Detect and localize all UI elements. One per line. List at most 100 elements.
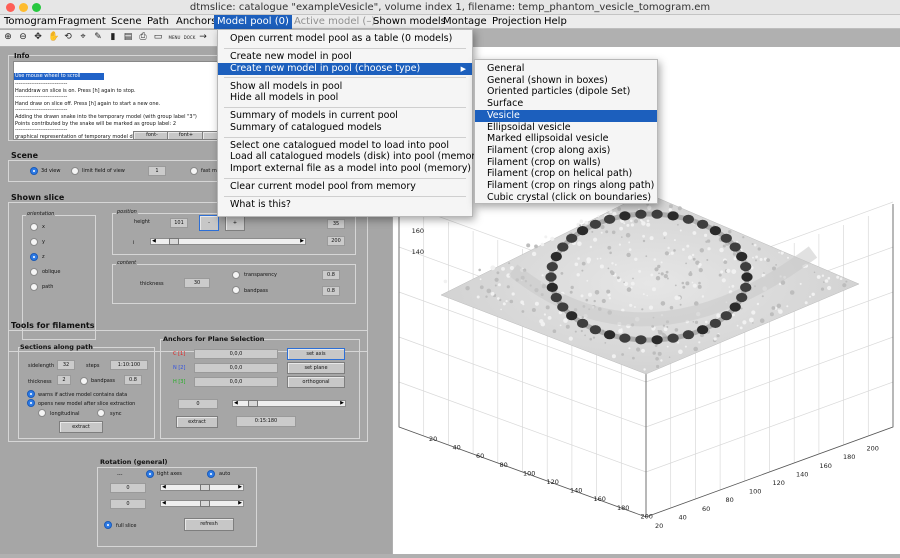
anchor-range-field[interactable]: 0:15:180 <box>236 416 296 427</box>
longitudinal-radio[interactable] <box>38 409 46 417</box>
rotation-slider-1-knob[interactable] <box>199 484 210 491</box>
hand-icon[interactable]: ✋ <box>48 32 59 43</box>
menu-item-summary-of-models-in-current-pool[interactable]: Summary of models in current pool <box>218 110 472 122</box>
sections-extract-button[interactable]: extract <box>59 421 103 433</box>
menu-item-filament-crop-on-walls[interactable]: Filament (crop on walls) <box>475 157 657 169</box>
menu-item-filament-crop-on-helical-path[interactable]: Filament (crop on helical path) <box>475 168 657 180</box>
view-3d-radio[interactable] <box>30 167 38 175</box>
font-plus-button[interactable]: font+ <box>167 131 205 140</box>
menu-fragment[interactable]: Fragment <box>58 15 106 29</box>
index-slider[interactable]: ◀ ▶ <box>150 238 306 245</box>
menu-montage[interactable]: Montage <box>443 15 487 29</box>
menu-help[interactable]: Help <box>544 15 567 29</box>
thickness-field[interactable]: 30 <box>184 278 210 288</box>
anchor-value-field[interactable]: 0,0,0 <box>194 377 278 387</box>
rotation-slider-2[interactable]: ◀ ▶ <box>160 500 244 507</box>
height-plus-button[interactable]: + <box>225 215 245 231</box>
slider-left-arrow-icon[interactable]: ◀ <box>162 501 166 506</box>
anchor-set-plane-button[interactable]: set plane <box>287 362 345 374</box>
menu-item-ellipsoidal-vesicle[interactable]: Ellipsoidal vesicle <box>475 122 657 134</box>
orientation-radio-z[interactable] <box>30 253 38 261</box>
fil-thickness-field[interactable]: 2 <box>57 375 71 385</box>
anchor-set-axis-button[interactable]: set axis <box>287 348 345 360</box>
opens-radio[interactable] <box>27 399 35 407</box>
bandpass-radio[interactable] <box>232 286 240 294</box>
slider-left-arrow-icon[interactable]: ◀ <box>234 401 238 406</box>
height-field[interactable]: 101 <box>170 218 188 228</box>
menu-item-summary-of-catalogued-models[interactable]: Summary of catalogued models <box>218 122 472 134</box>
zoom-window-icon[interactable] <box>32 3 41 12</box>
menu-item-filament-crop-along-axis[interactable]: Filament (crop along axis) <box>475 145 657 157</box>
bandpass-field[interactable]: 0.8 <box>322 286 340 296</box>
warns-radio[interactable] <box>27 390 35 398</box>
auto-radio[interactable] <box>207 470 215 478</box>
menu-item-create-new-model-in-pool-choose-type[interactable]: Create new model in pool (choose type) ▶ <box>218 62 472 75</box>
menu-item-import-external-file-as-a-model-into-pool-memory[interactable]: Import external file as a model into poo… <box>218 163 472 175</box>
limit-fov-radio[interactable] <box>71 167 79 175</box>
orientation-radio-path[interactable] <box>30 283 38 291</box>
transparency-field[interactable]: 0.8 <box>322 270 340 280</box>
legend-icon[interactable]: ▤ <box>123 32 133 43</box>
slider-right-arrow-icon[interactable]: ▶ <box>238 501 242 506</box>
new-figure-icon[interactable]: ▭ <box>153 32 163 43</box>
brush-icon[interactable]: ✎ <box>93 32 103 43</box>
tight-axes-radio[interactable] <box>146 470 154 478</box>
menu-item-general[interactable]: General <box>475 63 657 75</box>
transparency-radio[interactable] <box>232 271 240 279</box>
menu-item-hide-all-models-in-pool[interactable]: Hide all models in pool <box>218 92 472 104</box>
menu-item-select-one-catalogued-model-to-load-into-pool[interactable]: Select one catalogued model to load into… <box>218 140 472 152</box>
arrow-icon[interactable]: → <box>198 32 208 43</box>
rotation-field-2[interactable]: 0 <box>110 499 146 509</box>
slider-right-arrow-icon[interactable]: ▶ <box>300 239 304 244</box>
menu-item-clear-current-model-pool-from-memory[interactable]: Clear current model pool from memory <box>218 181 472 193</box>
menu-item-filament-crop-on-rings-along-path[interactable]: Filament (crop on rings along path) <box>475 180 657 192</box>
slider-right-arrow-icon[interactable]: ▶ <box>340 401 344 406</box>
height-minus-button[interactable]: - <box>199 215 219 231</box>
anchor-value-field[interactable]: 0,0,0 <box>194 349 278 359</box>
colorbar-icon[interactable]: ▮ <box>108 32 118 43</box>
orientation-radio-y[interactable] <box>30 238 38 246</box>
menu-projection[interactable]: Projection <box>492 15 541 29</box>
slider-right-arrow-icon[interactable]: ▶ <box>238 485 242 490</box>
close-window-icon[interactable] <box>6 3 15 12</box>
minimize-window-icon[interactable] <box>19 3 28 12</box>
rotation-slider-2-knob[interactable] <box>199 500 210 507</box>
menu-anchors[interactable]: Anchors <box>176 15 216 29</box>
anchor-value-field[interactable]: 0,0,0 <box>194 363 278 373</box>
sync-radio[interactable] <box>97 409 105 417</box>
rotate-icon[interactable]: ⟲ <box>63 32 73 43</box>
menu-item-vesicle[interactable]: Vesicle <box>475 109 657 122</box>
menu-item-general-shown-in-boxes[interactable]: General (shown in boxes) <box>475 75 657 87</box>
menu-item-what-is-this[interactable]: What is this? <box>218 199 472 211</box>
anchor-counter-field[interactable]: 0 <box>178 399 218 409</box>
menu-item-show-all-models-in-pool[interactable]: Show all models in pool <box>218 81 472 93</box>
menu-item-cubic-crystal-click-on-boundaries[interactable]: Cubic crystal (click on boundaries) <box>475 192 657 204</box>
menu-scene[interactable]: Scene <box>111 15 142 29</box>
menu-shown-models[interactable]: Shown models <box>373 15 446 29</box>
sidelength-field[interactable]: 32 <box>57 360 75 370</box>
anchor-slider-knob[interactable] <box>247 400 258 407</box>
menu-item-create-new-model-in-pool[interactable]: Create new model in pool <box>218 51 472 63</box>
fil-bandpass-field[interactable]: 0.8 <box>124 375 142 385</box>
menu-path[interactable]: Path <box>147 15 169 29</box>
steps-field[interactable]: 1:10:100 <box>110 360 148 370</box>
zoom-in-icon[interactable]: ⊕ <box>3 32 13 43</box>
menu-item-load-all-catalogued-models-disk-into-pool-memory[interactable]: Load all catalogued models (disk) into p… <box>218 151 485 163</box>
index-slider-knob[interactable] <box>169 238 180 245</box>
menu-model-pool-0[interactable]: Model pool (0) <box>214 15 292 29</box>
rotation-field-1[interactable]: 0 <box>110 483 146 493</box>
slider-left-arrow-icon[interactable]: ◀ <box>162 485 166 490</box>
menu-tomogram[interactable]: Tomogram <box>4 15 57 29</box>
slider-left-arrow-icon[interactable]: ◀ <box>152 239 156 244</box>
fast-mode-radio[interactable] <box>190 167 198 175</box>
fil-bandpass-radio[interactable] <box>80 377 88 385</box>
rotation-slider-1[interactable]: ◀ ▶ <box>160 484 244 491</box>
refresh-button[interactable]: refresh <box>184 518 234 531</box>
font-minus-button[interactable]: font- <box>133 131 171 140</box>
orientation-radio-x[interactable] <box>30 223 38 231</box>
menu-icon[interactable]: MENU <box>168 32 181 43</box>
anchor-slider[interactable]: ◀ ▶ <box>232 400 346 407</box>
zoom-out-icon[interactable]: ⊖ <box>18 32 28 43</box>
datacursor-icon[interactable]: ⌖ <box>78 32 88 43</box>
pan-icon[interactable]: ✥ <box>33 32 43 43</box>
